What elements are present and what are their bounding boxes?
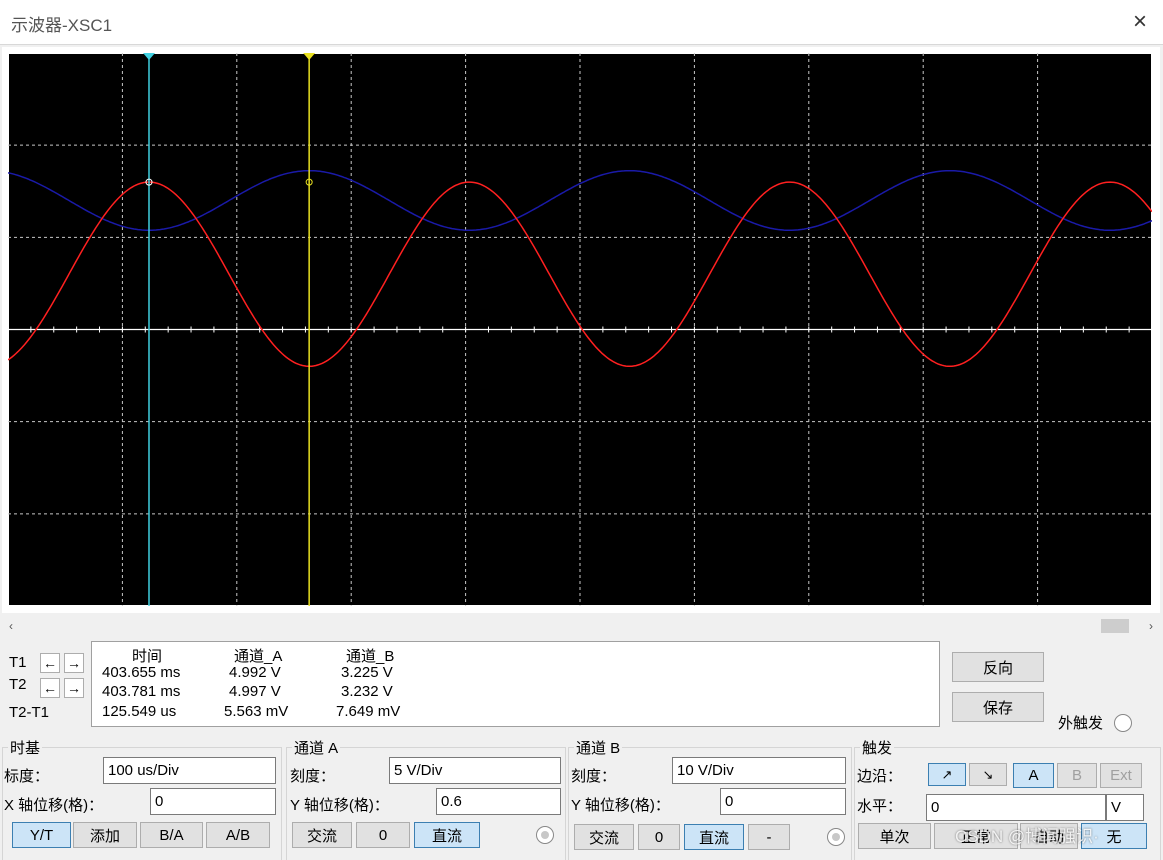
cursor-readout-panel: 时间 通道_A 通道_B 403.655 ms 4.992 V 3.225 V … — [91, 641, 940, 727]
timebase-group: 时基 标度： 100 us/Div X 轴位移(格)： 0 Y/T 添加 B/A… — [2, 737, 282, 860]
channel-a-ypos-label: Y 轴位移(格)： — [290, 797, 389, 814]
channel-a-group: 通道 A 刻度： 5 V/Div Y 轴位移(格)： 0.6 交流 0 直流 — [286, 737, 566, 860]
channel-a-zero-button[interactable]: 0 — [356, 822, 410, 848]
t1-ch-a: 4.992 V — [229, 664, 281, 681]
trigger-source-a-button[interactable]: A — [1013, 763, 1054, 788]
close-icon[interactable]: × — [1122, 4, 1158, 40]
channel-a-scale-label: 刻度： — [290, 768, 336, 785]
window-title: 示波器-XSC1 — [11, 16, 113, 35]
waveform-plot — [8, 53, 1152, 606]
t1-left-arrow-icon[interactable]: ← — [40, 653, 60, 673]
auto-trigger-button[interactable]: 自动 — [1020, 823, 1078, 849]
trigger-source-b-button[interactable]: B — [1057, 763, 1097, 788]
channel-b-scale-label: 刻度： — [571, 768, 617, 785]
yt-mode-button[interactable]: Y/T — [12, 822, 71, 848]
ba-mode-button[interactable]: B/A — [140, 822, 203, 848]
scroll-right-icon[interactable]: › — [1142, 617, 1160, 635]
trigger-title: 触发 — [860, 737, 895, 758]
trigger-level-unit[interactable]: V — [1106, 794, 1144, 821]
readout-header-ch-b: 通道_B — [346, 648, 395, 665]
scroll-thumb[interactable] — [1101, 619, 1129, 633]
single-trigger-button[interactable]: 单次 — [858, 823, 931, 849]
ab-mode-button[interactable]: A/B — [206, 822, 270, 848]
cursor-t1-handle-icon — [143, 53, 155, 60]
channel-b-ypos-field[interactable]: 0 — [720, 788, 846, 815]
t2-t1-ch-a: 5.563 mV — [224, 703, 289, 720]
t1-label: T1 — [9, 654, 27, 671]
t2-ch-a: 4.997 V — [229, 683, 281, 700]
trigger-edge-label: 边沿： — [857, 768, 903, 785]
channel-b-dc-button[interactable]: 直流 — [684, 824, 744, 850]
t1-right-arrow-icon[interactable]: → — [64, 653, 84, 673]
t2-time: 403.781 ms — [102, 683, 181, 700]
channel-b-radio[interactable] — [827, 828, 845, 846]
oscilloscope-display — [2, 47, 1160, 613]
channel-b-minus-button[interactable]: - — [748, 824, 790, 850]
channel-b-group: 通道 B 刻度： 10 V/Div Y 轴位移(格)： 0 交流 0 直流 - — [568, 737, 852, 860]
timebase-scale-field[interactable]: 100 us/Div — [103, 757, 276, 784]
ext-trigger-label: 外触发 — [1058, 715, 1104, 732]
scope-screen[interactable] — [8, 53, 1152, 606]
t2-left-arrow-icon[interactable]: ← — [40, 678, 60, 698]
channel-b-title: 通道 B — [574, 737, 623, 758]
channel-a-title: 通道 A — [292, 737, 341, 758]
horizontal-scrollbar[interactable]: ‹ › — [2, 617, 1160, 635]
readout-header-ch-a: 通道_A — [234, 648, 283, 665]
trigger-level-label: 水平： — [857, 798, 903, 815]
t2-ch-b: 3.232 V — [341, 683, 393, 700]
channel-b-scale-field[interactable]: 10 V/Div — [672, 757, 846, 784]
save-button[interactable]: 保存 — [952, 692, 1044, 722]
t1-time: 403.655 ms — [102, 664, 181, 681]
timebase-title: 时基 — [8, 737, 43, 758]
t2-t1-label: T2-T1 — [9, 704, 50, 721]
channel-b-ac-button[interactable]: 交流 — [574, 824, 634, 850]
channel-a-ypos-field[interactable]: 0.6 — [436, 788, 561, 815]
t2-t1-ch-b: 7.649 mV — [336, 703, 401, 720]
trigger-source-ext-button[interactable]: Ext — [1100, 763, 1142, 788]
normal-trigger-button[interactable]: 正常 — [934, 823, 1018, 849]
timebase-scale-label: 标度： — [4, 768, 50, 785]
trigger-group: 触发 边沿： ↗ ↘ A B Ext 水平： 0 V 单次 正常 自动 无 — [854, 737, 1163, 860]
add-mode-button[interactable]: 添加 — [73, 822, 137, 848]
channel-a-scale-field[interactable]: 5 V/Div — [389, 757, 561, 784]
scroll-left-icon[interactable]: ‹ — [2, 617, 20, 635]
none-trigger-button[interactable]: 无 — [1081, 823, 1147, 849]
channel-a-radio[interactable] — [536, 826, 554, 844]
title-bar: 示波器-XSC1 × — [0, 0, 1163, 45]
channel-a-dc-button[interactable]: 直流 — [414, 822, 480, 848]
channel-b-ypos-label: Y 轴位移(格)： — [571, 797, 670, 814]
t2-label: T2 — [9, 676, 27, 693]
ext-trigger-radio[interactable] — [1114, 714, 1132, 732]
x-position-field[interactable]: 0 — [150, 788, 276, 815]
t2-t1-time: 125.549 us — [102, 703, 177, 720]
channel-a-ac-button[interactable]: 交流 — [292, 822, 352, 848]
channel-b-zero-button[interactable]: 0 — [638, 824, 680, 850]
x-position-label: X 轴位移(格)： — [4, 797, 104, 814]
cursor-t2-handle-icon — [303, 53, 316, 60]
readout-header-time: 时间 — [132, 648, 163, 665]
t1-ch-b: 3.225 V — [341, 664, 393, 681]
rising-edge-icon[interactable]: ↗ — [928, 763, 966, 786]
reverse-button[interactable]: 反向 — [952, 652, 1044, 682]
t2-right-arrow-icon[interactable]: → — [64, 678, 84, 698]
trigger-level-field[interactable]: 0 — [926, 794, 1106, 821]
falling-edge-icon[interactable]: ↘ — [969, 763, 1007, 786]
